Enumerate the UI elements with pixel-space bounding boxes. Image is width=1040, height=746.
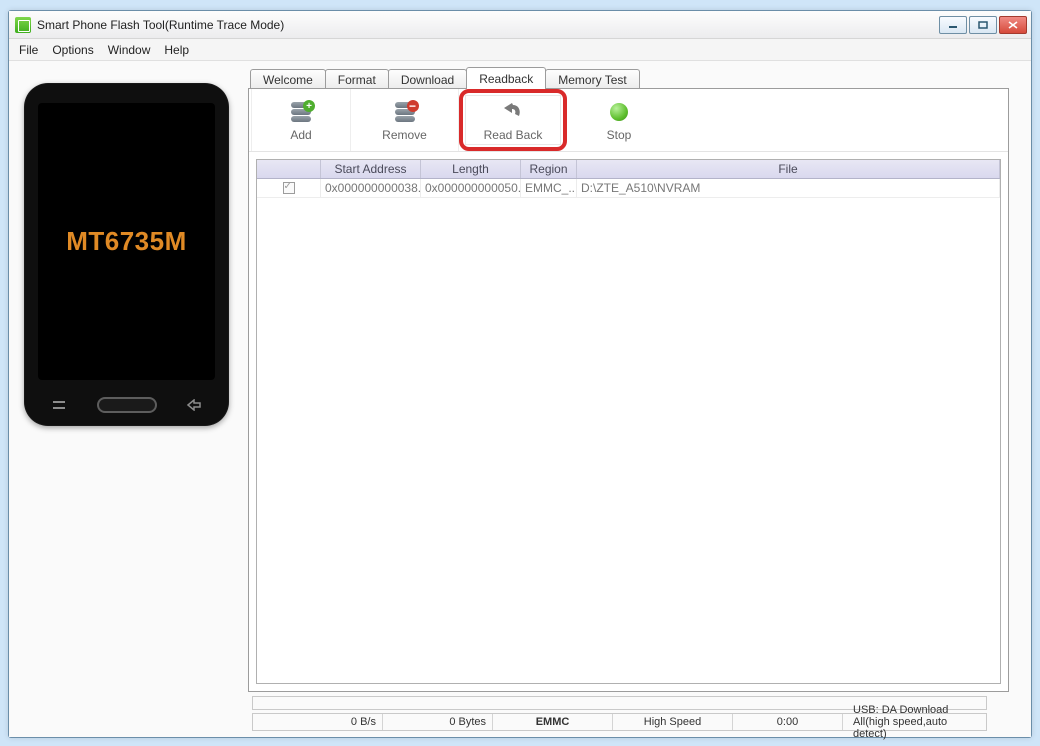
app-icon [15,17,31,33]
stop-button-label: Stop [607,128,632,142]
status-bytes: 0 Bytes [383,714,493,730]
menu-file[interactable]: File [19,43,38,57]
tab-download[interactable]: Download [388,69,467,89]
minimize-button[interactable] [939,16,967,34]
add-button[interactable]: + Add [251,89,351,151]
remove-button[interactable]: − Remove [351,89,459,151]
table-header-file[interactable]: File [577,160,1000,178]
cell-region: EMMC_... [521,179,577,197]
close-icon [1008,21,1018,29]
phone-screen: MT6735M [38,103,215,380]
maximize-icon [978,21,988,29]
minimize-icon [948,21,958,29]
phone-home-button-icon [97,397,157,413]
app-window: Smart Phone Flash Tool(Runtime Trace Mod… [8,10,1032,738]
table-header-start[interactable]: Start Address [321,160,421,178]
menu-options[interactable]: Options [52,43,93,57]
window-title: Smart Phone Flash Tool(Runtime Trace Mod… [37,18,939,32]
statusbar: 0 B/s 0 Bytes EMMC High Speed 0:00 USB: … [252,713,987,731]
menubar: File Options Window Help [9,39,1031,61]
table-row[interactable]: 0x000000000038... 0x000000000050... EMMC… [257,179,1000,198]
tab-readback[interactable]: Readback [466,67,546,89]
menu-help[interactable]: Help [164,43,189,57]
readback-button-highlight: Read Back [459,89,567,151]
cell-start-address: 0x000000000038... [321,179,421,197]
remove-button-label: Remove [382,128,427,142]
table-header-length[interactable]: Length [421,160,521,178]
database-remove-icon: − [391,98,419,126]
phone-chip-label: MT6735M [66,226,187,257]
add-button-label: Add [290,128,311,142]
phone-mockup: BM MT6735M [24,83,229,426]
table-header-region[interactable]: Region [521,160,577,178]
stop-button[interactable]: Stop [567,89,671,151]
tab-format[interactable]: Format [325,69,389,89]
sidebar: BM MT6735M [9,61,244,737]
arrow-back-icon [499,98,527,126]
database-add-icon: + [287,98,315,126]
table-header-checkbox[interactable] [257,160,321,178]
cell-length: 0x000000000050... [421,179,521,197]
maximize-button[interactable] [969,16,997,34]
tab-bar: Welcome Format Download Readback Memory … [248,67,1009,89]
status-storage: EMMC [493,714,613,730]
tab-memory-test[interactable]: Memory Test [545,69,639,89]
status-mode: High Speed [613,714,733,730]
tab-panel-readback: + Add − Remove [248,88,1009,692]
status-speed: 0 B/s [253,714,383,730]
phone-menu-button-icon [42,396,76,414]
titlebar: Smart Phone Flash Tool(Runtime Trace Mod… [9,11,1031,39]
readback-button[interactable]: Read Back [465,95,561,145]
cell-file: D:\ZTE_A510\NVRAM [577,179,1000,197]
status-usb: USB: DA Download All(high speed,auto det… [843,714,986,730]
status-time: 0:00 [733,714,843,730]
row-checkbox[interactable] [283,182,295,194]
tab-welcome[interactable]: Welcome [250,69,326,89]
readback-toolbar: + Add − Remove [249,89,1008,152]
table-header: Start Address Length Region File [257,160,1000,179]
stop-icon [605,98,633,126]
menu-window[interactable]: Window [108,43,151,57]
readback-button-label: Read Back [484,128,543,142]
close-button[interactable] [999,16,1027,34]
phone-back-button-icon [177,396,211,414]
readback-table: Start Address Length Region File 0x00000… [256,159,1001,684]
